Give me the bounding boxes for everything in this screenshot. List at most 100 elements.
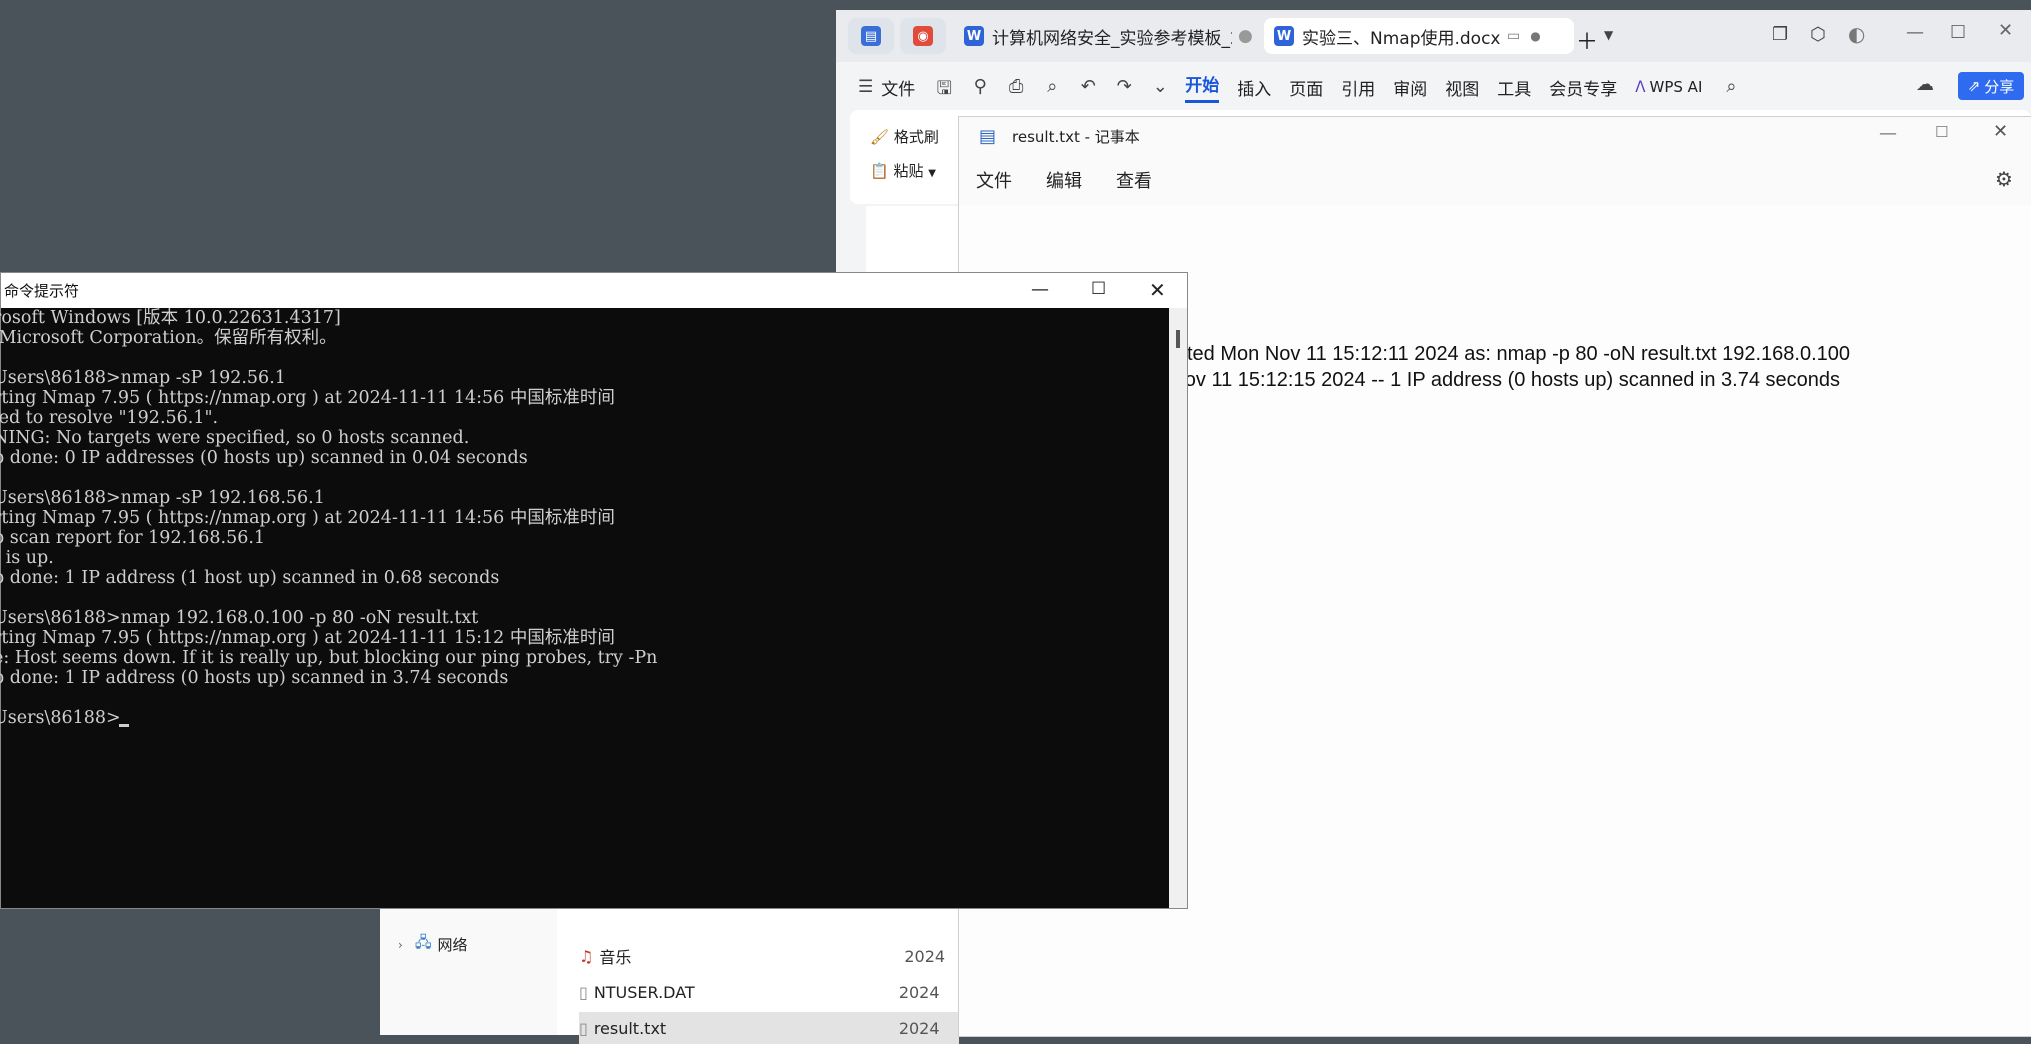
clipboard-icon: 📋 [870, 162, 889, 180]
window-switch-icon[interactable]: ❐ [1772, 24, 1788, 45]
minimize-icon[interactable]: — [1906, 22, 1924, 43]
pdf-icon: ◉ [913, 26, 933, 46]
console-line: rosoft Windows [版本 10.0.22631.4317] [0, 308, 341, 328]
tab-label: 实验三、Nmap使用.docx [1302, 28, 1501, 49]
save-icon[interactable]: 🖫 [933, 76, 955, 99]
close-icon[interactable]: ✕ [1993, 121, 2008, 142]
tab-label: 计算机网络安全_实验参考模板_20 [992, 28, 1232, 49]
file-name: NTUSER.DAT [593, 982, 695, 1002]
menu-view[interactable]: 查看 [1116, 167, 1152, 193]
file-menu[interactable]: 文件 [881, 75, 915, 100]
tab-view[interactable]: 视图 [1445, 75, 1479, 100]
console-line: p scan report for 192.168.56.1 [0, 528, 266, 548]
command-prompt-window: 命令提示符 — ☐ ✕ rosoft Windows [版本 10.0.2263… [0, 272, 1188, 909]
scrollbar-thumb[interactable] [1176, 330, 1180, 348]
console-line: t is up. [0, 548, 54, 568]
wps-tab-bar: ▤ ◉ W 计算机网络安全_实验参考模板_20 ● W 实验三、Nmap使用.d… [836, 10, 2031, 62]
new-tab-icon[interactable]: ＋ [1576, 24, 1598, 56]
wps-ai-icon: ᐱ [1635, 78, 1646, 96]
tab-document-2[interactable]: W 实验三、Nmap使用.docx ▭ ● [1264, 18, 1574, 54]
menu-edit[interactable]: 编辑 [1046, 167, 1082, 193]
sidebar-item-network[interactable]: › 🖧 网络 [398, 932, 468, 957]
cube-icon[interactable]: ⬡ [1810, 24, 1826, 45]
notepad-title-bar: ▤ result.txt - 记事本 — ☐ ✕ [959, 117, 2031, 155]
minimize-icon[interactable]: — [1031, 279, 1049, 300]
notepad-menu-bar: 文件 编辑 查看 ⚙ [959, 155, 2031, 205]
console-line: e: Host seems down. If it is really up, … [0, 648, 658, 668]
share-label: 分享 [1984, 77, 2015, 96]
console-line: p done: 0 IP addresses (0 hosts up) scan… [0, 448, 528, 468]
list-item[interactable]: ▯ result.txt 2024 [579, 1012, 959, 1044]
cloud-upload-icon[interactable]: ☁ [1916, 74, 1934, 95]
notepad-icon: ▤ [979, 125, 997, 147]
file-date: 2024 [904, 946, 946, 966]
print-preview-icon[interactable]: ⌕ [1041, 76, 1063, 98]
chevron-right-icon: › [398, 937, 403, 952]
search-icon[interactable]: ⌕ [1720, 76, 1742, 98]
tab-document-1[interactable]: W 计算机网络安全_实验参考模板_20 ● [954, 18, 1264, 54]
window-title: result.txt - 记事本 [1012, 127, 1140, 146]
scrollbar[interactable] [1169, 308, 1187, 908]
chevron-down-icon[interactable]: ▼ [1604, 28, 1613, 42]
window-title: 命令提示符 [4, 282, 80, 300]
console-line: p done: 1 IP address (1 host up) scanned… [0, 568, 500, 588]
close-icon[interactable]: ✕ [1149, 278, 1166, 302]
maximize-icon[interactable]: ☐ [1950, 22, 1966, 43]
minimize-icon[interactable]: — [1879, 123, 1897, 144]
text-cursor [119, 724, 129, 727]
format-painter-icon[interactable]: ⚲ [969, 76, 991, 98]
tab-review[interactable]: 审阅 [1393, 75, 1427, 100]
chevron-down-icon[interactable]: ⌄ [1149, 76, 1171, 98]
tab-page[interactable]: 页面 [1289, 75, 1323, 100]
monitor-icon: ▭ [1507, 28, 1521, 44]
file-date: 2024 [898, 982, 940, 1002]
cmd-title-bar: 命令提示符 — ☐ ✕ [1, 273, 1187, 308]
share-icon: ⇗ [1967, 77, 1981, 95]
console-line: Users\86188>nmap -sP 192.168.56.1 [0, 488, 325, 508]
list-item[interactable]: ▯ NTUSER.DAT 2024 [579, 976, 959, 1008]
settings-icon[interactable]: ⚙ [1995, 167, 2013, 191]
console-line: Users\86188>nmap -sP 192.56.1 [0, 368, 286, 388]
brush-icon: 🖌 [870, 128, 890, 146]
maximize-icon[interactable]: ☐ [1091, 279, 1106, 299]
tab-insert[interactable]: 插入 [1237, 75, 1271, 100]
avatar[interactable]: ◐ [1848, 22, 1865, 46]
wps-ai-button[interactable]: WPS AI [1650, 78, 1703, 96]
tab-home[interactable]: 开始 [1185, 71, 1220, 103]
share-button[interactable]: ⇗ 分享 [1958, 72, 2024, 100]
menu-icon[interactable]: ☰ [858, 77, 873, 97]
music-folder-icon: ♫ [579, 946, 594, 966]
format-painter-button[interactable]: 🖌 格式刷 [870, 126, 939, 147]
wps-home-tab[interactable]: ▤ [848, 18, 894, 54]
cmd-console[interactable]: rosoft Windows [版本 10.0.22631.4317] Micr… [0, 308, 1169, 908]
format-painter-label: 格式刷 [893, 128, 939, 146]
console-line: Users\86188> [0, 708, 121, 728]
tab-membership[interactable]: 会员专享 [1549, 75, 1617, 100]
file-name: 音乐 [599, 948, 632, 967]
print-icon[interactable]: ⎙ [1005, 76, 1027, 98]
tab-tools[interactable]: 工具 [1497, 75, 1531, 100]
chevron-down-icon: ▼ [928, 168, 936, 179]
tab-dot-icon: ● [1530, 29, 1541, 43]
paste-button[interactable]: 📋 粘贴 ▼ [870, 160, 936, 181]
redo-icon[interactable]: ↷ [1113, 76, 1135, 98]
console-line: p done: 1 IP address (0 hosts up) scanne… [0, 668, 509, 688]
wps-toolbar: ☰ 文件 🖫 ⚲ ⎙ ⌕ ↶ ↷ ⌄ 开始 插入 页面 引用 审阅 视图 工具 … [836, 62, 2031, 112]
close-icon[interactable]: ✕ [1998, 20, 2013, 41]
console-line: rting Nmap 7.95 ( https://nmap.org ) at … [0, 628, 615, 648]
file-icon: ▯ [579, 982, 588, 1002]
console-line: Users\86188>nmap 192.168.0.100 -p 80 -oN… [0, 608, 479, 628]
docs-icon: ▤ [861, 26, 881, 46]
paste-label: 粘贴 [893, 162, 924, 180]
network-icon: 🖧 [414, 933, 432, 951]
maximize-icon[interactable]: ☐ [1935, 123, 1948, 141]
tab-reference[interactable]: 引用 [1341, 75, 1375, 100]
console-line: NING: No targets were specified, so 0 ho… [0, 428, 470, 448]
list-item[interactable]: ♫ 音乐 2024 [579, 940, 959, 972]
undo-icon[interactable]: ↶ [1077, 76, 1099, 98]
tab-dot-icon: ● [1238, 26, 1253, 46]
wps-pdf-tab[interactable]: ◉ [900, 18, 946, 54]
console-line: Microsoft Corporation。保留所有权利。 [0, 328, 337, 348]
menu-file[interactable]: 文件 [976, 167, 1012, 193]
console-line: led to resolve "192.56.1". [0, 408, 219, 428]
